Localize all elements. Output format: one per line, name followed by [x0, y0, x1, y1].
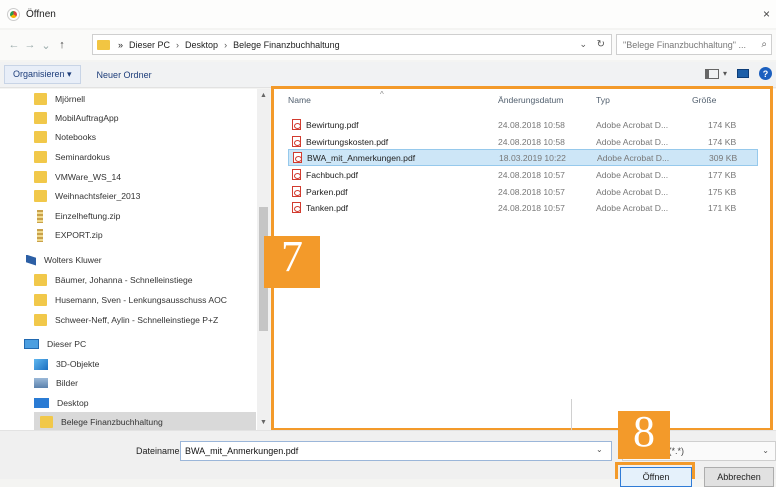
folder-icon [40, 416, 53, 428]
folder-icon [34, 93, 47, 105]
nav-item-label: MobilAuftragApp [55, 113, 119, 123]
nav-item-baeumer[interactable]: Bäumer, Johanna - Schnelleinstiege [34, 270, 254, 290]
search-input[interactable]: "Belege Finanzbuchhaltung" ... ⌕ [616, 34, 772, 55]
folder-icon [34, 274, 47, 286]
computer-icon [24, 339, 39, 349]
breadcrumb-dieser-pc[interactable]: Dieser PC [129, 40, 170, 50]
nav-item-belege-finanzbuchhaltung[interactable]: Belege Finanzbuchhaltung [34, 412, 256, 430]
breadcrumb-desktop[interactable]: Desktop [185, 40, 218, 50]
nav-item-notebooks[interactable]: Notebooks [34, 127, 254, 147]
recent-locations-chevron-icon[interactable]: ⌄ [38, 39, 54, 52]
filename-dropdown-chevron-icon[interactable]: ⌄ [596, 445, 603, 454]
nav-item-3d-objekte[interactable]: 3D-Objekte [34, 354, 254, 374]
forward-arrow-icon[interactable]: → [22, 39, 38, 51]
callout-frame-file-list [271, 86, 773, 431]
nav-item-mobilauftragapp[interactable]: MobilAuftragApp [34, 108, 254, 128]
view-options-chevron-icon[interactable]: ▾ [723, 69, 727, 78]
preview-pane-icon[interactable] [737, 69, 749, 78]
breadcrumb-belege[interactable]: Belege Finanzbuchhaltung [233, 40, 340, 50]
window-title: Öffnen [26, 8, 56, 20]
onedrive-business-icon [26, 254, 36, 266]
nav-item-label: Bäumer, Johanna - Schnelleinstiege [55, 275, 193, 285]
filename-label: Dateiname: [136, 446, 183, 456]
nav-item-seminardokus[interactable]: Seminardokus [34, 147, 254, 167]
address-bar[interactable]: » Dieser PC › Desktop › Belege Finanzbuc… [92, 34, 612, 55]
title-bar: Öffnen × [0, 0, 776, 28]
nav-item-label: Mjörnell [55, 94, 86, 104]
folder-icon [34, 112, 47, 124]
up-arrow-icon[interactable]: ↑ [54, 39, 70, 51]
nav-item-einzelheftung-zip[interactable]: Einzelheftung.zip [34, 206, 254, 226]
close-icon[interactable]: × [763, 7, 770, 21]
nav-item-label: 3D-Objekte [56, 359, 100, 369]
nav-item-label: VMWare_WS_14 [55, 172, 122, 182]
organize-button[interactable]: Organisieren ▾ [4, 65, 81, 84]
search-placeholder: "Belege Finanzbuchhaltung" ... [623, 39, 746, 50]
nav-item-desktop[interactable]: Desktop [34, 393, 254, 413]
breadcrumb-separator: › [224, 39, 228, 50]
folder-icon [34, 294, 47, 306]
nav-item-label: Weihnachtsfeier_2013 [55, 191, 141, 201]
zip-file-icon [37, 209, 43, 223]
filter-dropdown-chevron-icon[interactable]: ⌄ [762, 446, 769, 455]
back-arrow-icon[interactable]: ← [6, 39, 22, 51]
toolbar-right: ▾ ? [704, 67, 772, 80]
callout-badge-8: 8 [618, 410, 670, 459]
nav-item-label: Einzelheftung.zip [55, 211, 121, 221]
nav-item-weihnachtsfeier[interactable]: Weihnachtsfeier_2013 [34, 186, 254, 206]
nav-item-label: Desktop [57, 398, 89, 408]
nav-item-label: Husemann, Sven - Lenkungsausschuss AOC [55, 295, 227, 305]
chrome-app-icon [7, 7, 20, 21]
nav-item-husemann[interactable]: Husemann, Sven - Lenkungsausschuss AOC [34, 290, 254, 310]
address-row: ← → ⌄ ↑ » Dieser PC › Desktop › Belege F… [0, 30, 776, 60]
address-dropdown-chevron-icon[interactable]: ⌄ [579, 39, 587, 50]
zip-file-icon [37, 228, 43, 242]
filename-input[interactable]: BWA_mit_Anmerkungen.pdf [180, 441, 612, 461]
nav-item-label: Schweer-Neff, Aylin - Schnelleinstiege P… [55, 315, 219, 325]
refresh-icon[interactable]: ↻ [597, 39, 605, 50]
folder-icon [34, 190, 47, 202]
nav-item-label: Bilder [56, 378, 78, 388]
nav-item-schweer-neff[interactable]: Schweer-Neff, Aylin - Schnelleinstiege P… [34, 310, 254, 330]
address-start-separator: » [118, 39, 124, 50]
pictures-icon [34, 378, 48, 388]
scroll-up-arrow-icon[interactable]: ▲ [257, 92, 270, 99]
3d-objects-icon [34, 358, 48, 370]
folder-icon [97, 39, 110, 50]
nav-item-label: Belege Finanzbuchhaltung [61, 417, 163, 427]
nav-item-label: EXPORT.zip [55, 230, 103, 240]
help-icon[interactable]: ? [759, 67, 772, 80]
folder-icon [34, 314, 47, 326]
search-icon[interactable]: ⌕ [761, 39, 767, 50]
desktop-icon [34, 398, 49, 408]
cancel-button[interactable]: Abbrechen [704, 467, 774, 487]
folder-icon [34, 131, 47, 143]
nav-item-label: Wolters Kluwer [44, 255, 102, 265]
nav-item-mjornell[interactable]: Mjörnell [34, 89, 254, 109]
nav-item-label: Notebooks [55, 132, 97, 142]
callout-frame-open-button [615, 462, 695, 479]
nav-item-label: Seminardokus [55, 152, 110, 162]
nav-item-wolters-kluwer[interactable]: Wolters Kluwer [26, 250, 254, 270]
scroll-down-arrow-icon[interactable]: ▼ [257, 419, 270, 426]
nav-item-vmware[interactable]: VMWare_WS_14 [34, 167, 254, 187]
nav-item-export-zip[interactable]: EXPORT.zip [34, 225, 254, 245]
nav-item-label: Dieser PC [47, 339, 87, 349]
breadcrumb-separator: › [176, 39, 180, 50]
nav-item-bilder[interactable]: Bilder [34, 373, 254, 393]
command-bar: Organisieren ▾ Neuer Ordner ▾ ? [0, 62, 776, 88]
change-view-icon[interactable] [704, 68, 719, 79]
callout-badge-7: 7 [264, 235, 320, 288]
folder-icon [34, 151, 47, 163]
nav-item-dieser-pc[interactable]: Dieser PC [24, 334, 254, 354]
folder-icon [34, 171, 47, 183]
navigation-pane: Mjörnell MobilAuftragApp Notebooks Semin… [0, 89, 270, 430]
new-folder-button[interactable]: Neuer Ordner [89, 67, 160, 83]
